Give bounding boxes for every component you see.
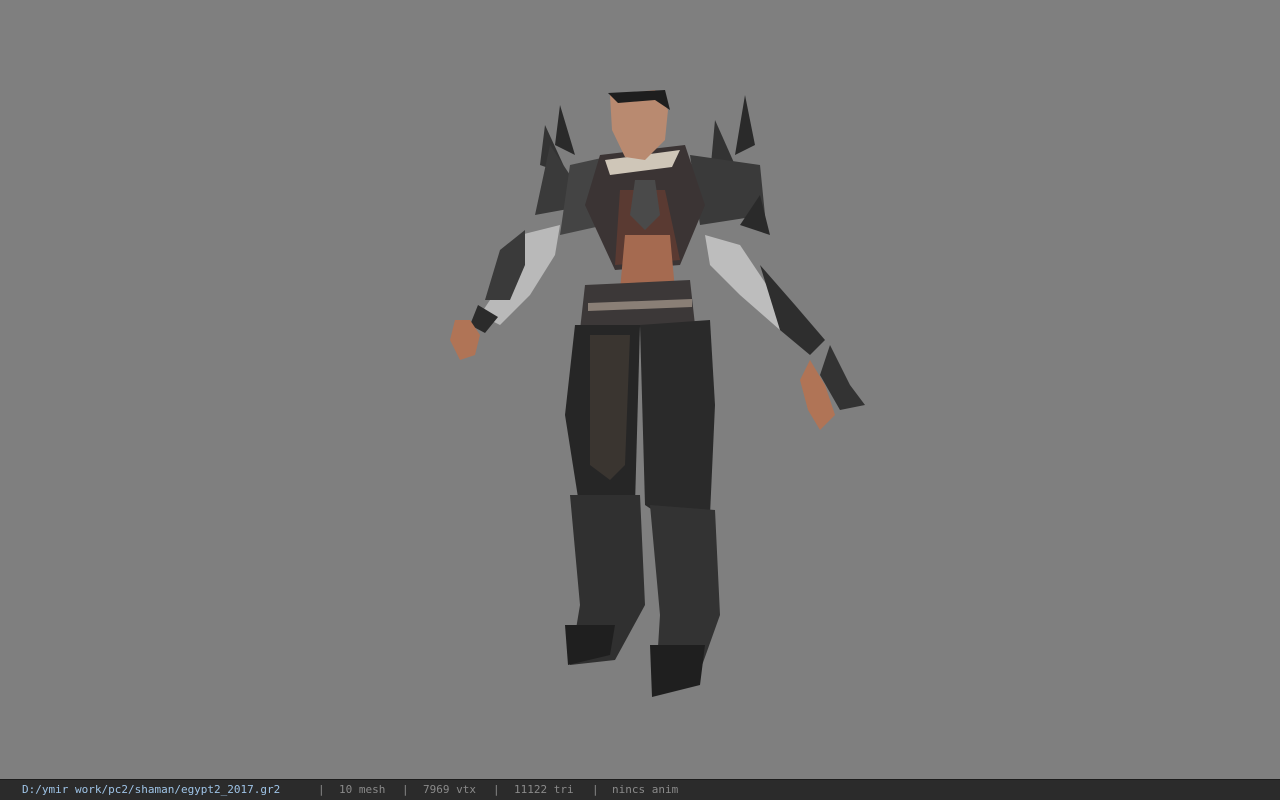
3d-viewport[interactable] [0,0,1280,779]
torso [585,145,705,290]
separator: | [402,783,409,796]
legs [565,320,720,697]
separator: | [592,783,599,796]
right-shoulder-spikes [690,95,770,235]
separator: | [493,783,500,796]
mesh-count: 10 mesh [339,783,386,796]
left-arm [450,225,560,360]
character-model[interactable] [440,85,880,700]
anim-status: nincs anim [612,783,679,796]
status-bar: D:/ymir work/pc2/shaman/egypt2_2017.gr2 … [0,779,1280,800]
right-arm [705,235,865,430]
vertex-count: 7969 vtx [423,783,476,796]
file-path: D:/ymir work/pc2/shaman/egypt2_2017.gr2 [22,783,281,796]
triangle-count: 11122 tri [514,783,574,796]
separator: | [318,783,325,796]
